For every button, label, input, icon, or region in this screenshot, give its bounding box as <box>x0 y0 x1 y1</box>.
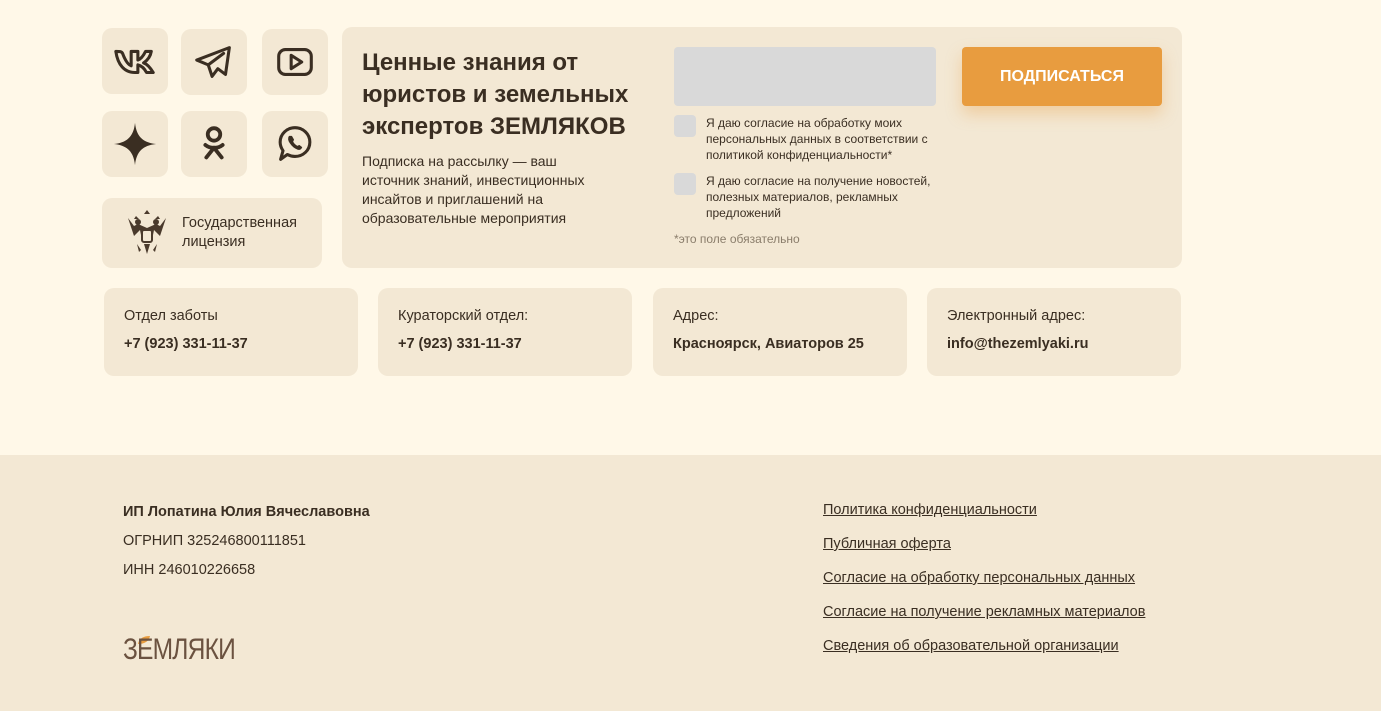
footer-links: Политика конфиденциальности Публичная оф… <box>823 502 1145 672</box>
consent-news-label: Я даю согласие на получение новостей, по… <box>706 174 931 220</box>
youtube-link[interactable] <box>262 29 328 95</box>
whatsapp-link[interactable] <box>262 111 328 177</box>
contact-phone[interactable]: +7 (923) 331-11-37 <box>124 336 338 352</box>
contact-card-address: Адрес: Красноярск, Авиаторов 25 <box>653 288 907 376</box>
contact-label: Кураторский отдел: <box>398 308 529 324</box>
privacy-policy-link[interactable]: Политика конфиденциальности <box>823 502 1145 520</box>
whatsapp-icon <box>278 126 312 161</box>
company-inn: ИНН 246010226658 <box>123 562 256 578</box>
contact-label: Отдел заботы <box>124 308 218 324</box>
education-info-link[interactable]: Сведения об образовательной организации <box>823 638 1145 656</box>
youtube-icon <box>277 48 313 76</box>
telegram-link[interactable] <box>181 29 247 95</box>
consent-news-checkbox[interactable] <box>674 173 696 195</box>
consent-personal-label: Я даю согласие на обработку моих персона… <box>706 116 928 162</box>
personal-data-consent-link[interactable]: Согласие на обработку персональных данны… <box>823 570 1145 588</box>
contact-label: Электронный адрес: <box>947 308 1086 324</box>
consent-news-row: Я даю согласие на получение новостей, по… <box>674 173 936 221</box>
contact-card-care: Отдел заботы +7 (923) 331-11-37 <box>104 288 358 376</box>
required-note: *это поле обязательно <box>674 232 800 246</box>
state-license[interactable]: Государственная лицензия <box>102 198 322 268</box>
telegram-icon <box>195 46 231 78</box>
company-ogrnip: ОГРНИП 325246800111851 <box>123 533 306 549</box>
company-name: ИП Лопатина Юлия Вячеславовна <box>123 504 370 520</box>
subscribe-button[interactable]: Подписаться <box>962 47 1162 106</box>
brand-logo[interactable]: ЗЕМЛЯКИ <box>123 633 260 667</box>
vk-link[interactable] <box>102 28 168 94</box>
contact-phone[interactable]: +7 (923) 331-11-37 <box>398 336 612 352</box>
vk-icon <box>114 49 155 75</box>
sparkle-link[interactable] <box>102 111 168 177</box>
subscribe-description: Подписка на рассылку — ваш источник знан… <box>362 153 585 226</box>
ads-consent-link[interactable]: Согласие на получение рекламных материал… <box>823 604 1145 622</box>
contact-card-email: Электронный адрес: info@thezemlyaki.ru <box>927 288 1181 376</box>
odnoklassniki-icon <box>203 126 225 160</box>
footer: ИП Лопатина Юлия Вячеславовна ОГРНИП 325… <box>0 455 1381 711</box>
coat-of-arms-icon <box>128 210 166 254</box>
sparkle-icon <box>113 122 157 166</box>
subscribe-panel: Ценные знания от юристов и земельных экс… <box>342 27 1182 268</box>
consent-personal-row: Я даю согласие на обработку моих персона… <box>674 115 936 163</box>
consent-personal-checkbox[interactable] <box>674 115 696 137</box>
contact-address: Красноярск, Авиаторов 25 <box>673 336 864 352</box>
subscribe-title: Ценные знания от юристов и земельных экс… <box>362 49 629 140</box>
logo-text: ЗЕМЛЯКИ <box>123 633 236 666</box>
email-input[interactable] <box>674 47 936 106</box>
contact-card-curator: Кураторский отдел: +7 (923) 331-11-37 <box>378 288 632 376</box>
odnoklassniki-link[interactable] <box>181 111 247 177</box>
public-offer-link[interactable]: Публичная оферта <box>823 536 1145 554</box>
contact-label: Адрес: <box>673 308 719 324</box>
license-label: Государственная лицензия <box>182 215 297 250</box>
contact-email[interactable]: info@thezemlyaki.ru <box>947 336 1161 352</box>
